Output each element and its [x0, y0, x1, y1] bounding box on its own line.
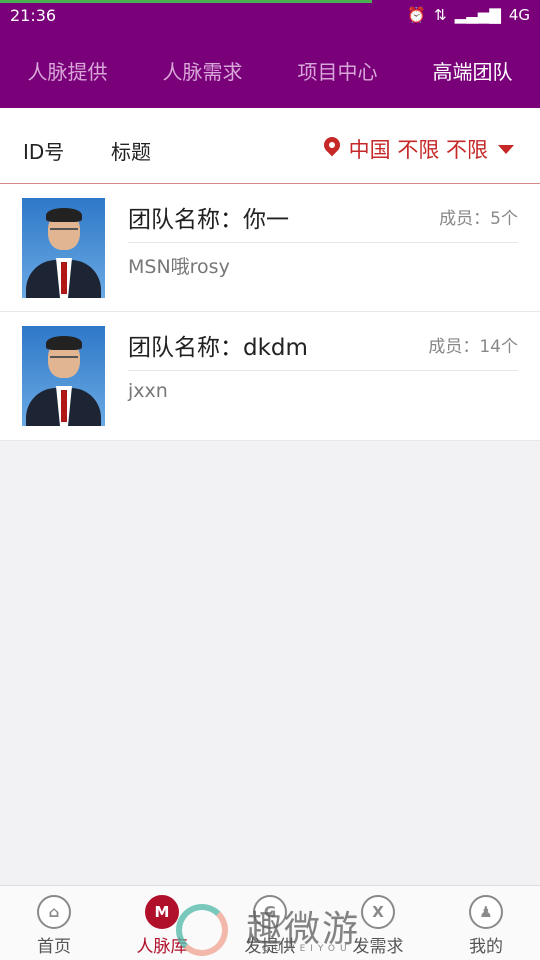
- filter-id-button[interactable]: ID号: [23, 136, 64, 165]
- status-bar: 21:36 ⏰ ⇅ ▂▃▅▇ 4G: [0, 0, 540, 32]
- divider: [128, 370, 518, 371]
- home-icon: ⌂: [37, 895, 71, 929]
- loading-progress-bar: [0, 0, 372, 3]
- signal-icon: ▂▃▅▇: [454, 6, 501, 24]
- status-icons: ⏰ ⇅ ▂▃▅▇ 4G: [407, 6, 530, 24]
- team-description: jxxn: [128, 380, 168, 402]
- divider: [128, 242, 518, 243]
- tab-contacts-demand[interactable]: 人脉需求: [135, 32, 270, 108]
- bottom-nav: ⌂ 首页 M 人脉库 G 发提供 X 发需求 ♟ 我的: [0, 885, 540, 960]
- avatar: [22, 198, 105, 298]
- request-icon: X: [361, 895, 395, 929]
- team-description: MSN哦rosy: [128, 256, 230, 278]
- nav-post-request[interactable]: X 发需求: [324, 886, 432, 960]
- member-count: 成员：14个: [428, 337, 518, 357]
- profile-icon: ♟: [469, 895, 503, 929]
- offer-icon: G: [253, 895, 287, 929]
- nav-label: 首页: [37, 937, 71, 957]
- nav-label: 发需求: [352, 937, 404, 957]
- tab-premium-team[interactable]: 高端团队: [405, 32, 540, 108]
- nav-contacts-library[interactable]: M 人脉库: [108, 886, 216, 960]
- nav-home[interactable]: ⌂ 首页: [0, 886, 108, 960]
- team-name: 团队名称：你一: [128, 207, 289, 233]
- location-pin-icon: [320, 133, 343, 161]
- tab-contacts-offer[interactable]: 人脉提供: [0, 32, 135, 108]
- location-selector[interactable]: 中国 不限 不限: [320, 133, 514, 164]
- nav-post-offer[interactable]: G 发提供: [216, 886, 324, 960]
- data-transfer-icon: ⇅: [434, 6, 447, 24]
- nav-label: 我的: [469, 937, 503, 957]
- nav-label: 发提供: [244, 937, 296, 957]
- nav-label: 人脉库: [136, 937, 188, 957]
- top-tab-bar: 人脉提供 人脉需求 项目中心 高端团队: [0, 32, 540, 108]
- network-type: 4G: [508, 6, 530, 24]
- alarm-icon: ⏰: [407, 6, 427, 24]
- member-count: 成员：5个: [439, 209, 518, 229]
- contacts-icon: M: [145, 895, 179, 929]
- status-time: 21:36: [10, 6, 57, 25]
- location-text: 中国 不限 不限: [348, 138, 488, 162]
- dropdown-caret-icon: [498, 144, 514, 154]
- filter-title-button[interactable]: 标题: [111, 136, 151, 165]
- tab-project-center[interactable]: 项目中心: [270, 32, 405, 108]
- list-item[interactable]: 团队名称：dkdm 成员：14个 jxxn: [0, 312, 540, 441]
- list-item[interactable]: 团队名称：你一 成员：5个 MSN哦rosy: [0, 184, 540, 312]
- nav-profile[interactable]: ♟ 我的: [432, 886, 540, 960]
- team-name: 团队名称：dkdm: [128, 335, 308, 361]
- avatar: [22, 326, 105, 426]
- team-list: 团队名称：你一 成员：5个 MSN哦rosy 团队名称：dkdm 成员：14个 …: [0, 184, 540, 441]
- filter-bar: ID号 标题 中国 不限 不限: [0, 108, 540, 184]
